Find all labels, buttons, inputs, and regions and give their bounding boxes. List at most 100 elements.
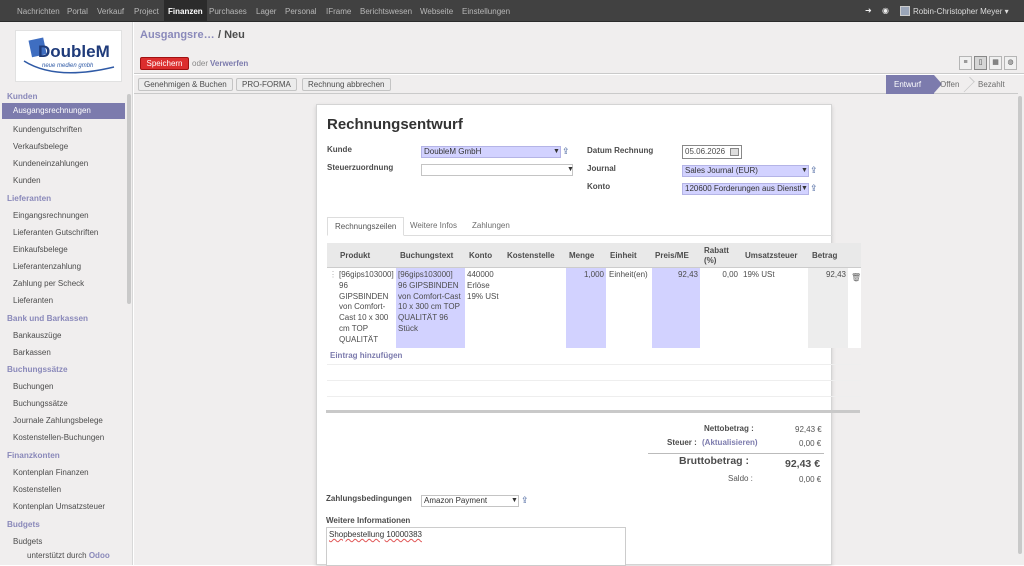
chevron-down-icon[interactable]: ▼ <box>567 166 574 173</box>
empty-row-divider <box>327 396 861 397</box>
form-view-icon[interactable]: ▯ <box>974 56 987 70</box>
menu-item-lieferanten[interactable]: Lieferanten <box>13 296 53 305</box>
sidebar: DoubleM neue medien gmbh Kunden Ausgangs… <box>0 22 133 565</box>
discard-button[interactable]: Verwerfen <box>210 59 248 68</box>
cell-konto[interactable]: 440000 Erlöse 19% USt <box>465 268 503 304</box>
topnav-verkauf[interactable]: Verkauf <box>97 0 124 22</box>
status-paid[interactable]: Bezahlt <box>978 75 1005 94</box>
column-header-rabatt[interactable]: Rabatt (%) <box>704 246 734 266</box>
customer-field[interactable]: DoubleM GmbH <box>421 146 561 158</box>
payment-terms-field[interactable]: Amazon Payment <box>421 495 519 507</box>
cell-menge[interactable]: 1,000 <box>566 268 606 348</box>
cell-buchungstext[interactable]: [96gips103000] 96 GIPSBINDEN von Comfort… <box>396 268 465 348</box>
column-header-einheit[interactable]: Einheit <box>610 251 637 261</box>
breadcrumb-parent[interactable]: Ausgangsre… <box>140 29 215 41</box>
menu-item-eingangsrechnungen[interactable]: Eingangsrechnungen <box>13 211 89 220</box>
external-link-icon[interactable]: ⇪ <box>562 146 570 157</box>
menu-item-kundeneinzahlungen[interactable]: Kundeneinzahlungen <box>13 159 88 168</box>
column-header-umsatzsteuer[interactable]: Umsatzsteuer <box>745 251 797 261</box>
menu-item-journale-zahlungsbelege[interactable]: Journale Zahlungsbelege <box>13 416 103 425</box>
topnav-project[interactable]: Project <box>134 0 159 22</box>
chevron-down-icon[interactable]: ▼ <box>801 185 808 192</box>
cancel-invoice-button[interactable]: Rechnung abbrechen <box>302 78 391 91</box>
list-view-icon[interactable]: ≡ <box>959 56 972 70</box>
topnav-finanzen[interactable]: Finanzen <box>164 0 207 22</box>
menu-item-bankauszuege[interactable]: Bankauszüge <box>13 331 61 340</box>
tab-other-info[interactable]: Weitere Infos <box>403 217 464 236</box>
menu-item-kundengutschriften[interactable]: Kundengutschriften <box>13 125 82 134</box>
menu-item-budgets[interactable]: Budgets <box>13 537 42 546</box>
tab-payments[interactable]: Zahlungen <box>465 217 517 236</box>
odoo-link[interactable]: Odoo <box>89 551 110 560</box>
menu-item-kontenplan-finanzen[interactable]: Kontenplan Finanzen <box>13 468 89 477</box>
account-field[interactable]: 120600 Forderungen aus Dienstl <box>682 183 809 195</box>
chevron-down-icon[interactable]: ▼ <box>801 167 808 174</box>
chevron-down-icon[interactable]: ▼ <box>553 148 560 155</box>
drag-handle-icon[interactable]: ⋮ <box>327 268 337 283</box>
external-link-icon[interactable]: ⇪ <box>810 183 818 194</box>
menu-item-buchungen[interactable]: Buchungen <box>13 382 53 391</box>
menu-item-buchungssaetze[interactable]: Buchungssätze <box>13 399 68 408</box>
column-header-konto[interactable]: Konto <box>469 251 492 261</box>
topnav-nachrichten[interactable]: Nachrichten <box>17 0 60 22</box>
net-amount-label: Nettobetrag : <box>704 424 754 433</box>
menu-item-verkaufsbelege[interactable]: Verkaufsbelege <box>13 142 68 151</box>
menu-item-kunden[interactable]: Kunden <box>13 176 41 185</box>
menu-item-barkassen[interactable]: Barkassen <box>13 348 51 357</box>
topnav-lager[interactable]: Lager <box>256 0 276 22</box>
topnav-personal[interactable]: Personal <box>285 0 317 22</box>
tab-invoice-lines[interactable]: Rechnungszeilen <box>327 217 405 236</box>
pro-forma-button[interactable]: PRO-FORMA <box>236 78 297 91</box>
calendar-view-icon[interactable]: ▦ <box>989 56 1002 70</box>
column-header-menge[interactable]: Menge <box>569 251 594 261</box>
menu-item-lieferanten-gutschriften[interactable]: Lieferanten Gutschriften <box>13 228 98 237</box>
menu-item-kontenplan-umsatzsteuer[interactable]: Kontenplan Umsatzsteuer <box>13 502 105 511</box>
approve-post-button[interactable]: Genehmigen & Buchen <box>138 78 233 91</box>
external-link-icon[interactable]: ⇪ <box>810 165 818 176</box>
cell-kostenstelle[interactable] <box>504 268 566 272</box>
chat-icon[interactable]: ◉ <box>882 7 890 15</box>
company-logo[interactable]: DoubleM neue medien gmbh <box>15 30 122 82</box>
topnav-purchases[interactable]: Purchases <box>209 0 247 22</box>
cell-umsatzsteuer[interactable]: 19% USt <box>741 268 807 283</box>
cell-einheit[interactable]: Einheit(en) <box>607 268 652 283</box>
trash-icon[interactable]: 🗑 <box>849 271 861 286</box>
menu-item-ausgangsrechnungen[interactable]: Ausgangsrechnungen <box>2 103 125 119</box>
save-button[interactable]: Speichern <box>140 57 189 70</box>
chevron-down-icon[interactable]: ▼ <box>511 497 518 504</box>
calendar-icon[interactable] <box>730 148 739 156</box>
menu-item-einkaufsbelege[interactable]: Einkaufsbelege <box>13 245 68 254</box>
status-draft[interactable]: Entwurf <box>886 75 934 94</box>
add-line-link[interactable]: Eintrag hinzufügen <box>330 351 402 360</box>
sidebar-scrollbar[interactable] <box>127 94 131 304</box>
update-tax-link[interactable]: (Aktualisieren) <box>702 438 758 447</box>
cell-rabatt[interactable]: 0,00 <box>700 268 740 283</box>
cell-preis[interactable]: 92,43 <box>652 268 700 348</box>
menu-item-zahlung-per-scheck[interactable]: Zahlung per Scheck <box>13 279 84 288</box>
journal-field[interactable]: Sales Journal (EUR) <box>682 165 809 177</box>
topnav-webseite[interactable]: Webseite <box>420 0 453 22</box>
column-header-buchungstext[interactable]: Buchungstext <box>400 251 453 261</box>
map-view-icon[interactable]: ◍ <box>1004 56 1017 70</box>
table-row[interactable]: ⋮ [96gips103000] 96 GIPSBINDEN von Comfo… <box>327 268 861 348</box>
page-scrollbar-thumb[interactable] <box>1018 96 1022 554</box>
user-menu[interactable]: Robin-Christopher Meyer ▾ <box>913 0 1009 22</box>
logout-icon[interactable]: ➜ <box>865 7 873 15</box>
topnav-einstellungen[interactable]: Einstellungen <box>462 0 510 22</box>
menu-item-lieferantenzahlung[interactable]: Lieferantenzahlung <box>13 262 81 271</box>
avatar[interactable] <box>900 6 910 16</box>
notes-textarea[interactable]: Shopbestellung 10000383 <box>326 527 626 566</box>
menu-item-kostenstellen-buchungen[interactable]: Kostenstellen-Buchungen <box>13 433 104 442</box>
topnav-portal[interactable]: Portal <box>67 0 88 22</box>
cell-produkt[interactable]: [96gips103000] 96 GIPSBINDEN von Comfort… <box>337 268 395 348</box>
column-header-kostenstelle[interactable]: Kostenstelle <box>507 251 555 261</box>
menu-item-kostenstellen[interactable]: Kostenstellen <box>13 485 61 494</box>
status-open[interactable]: Offen <box>940 75 959 94</box>
fiscal-position-field[interactable] <box>421 164 573 176</box>
column-header-produkt[interactable]: Produkt <box>340 251 370 261</box>
column-header-preis[interactable]: Preis/ME <box>655 251 689 261</box>
external-link-icon[interactable]: ⇪ <box>521 495 529 506</box>
topnav-iframe[interactable]: IFrame <box>326 0 351 22</box>
topnav-berichtswesen[interactable]: Berichtswesen <box>360 0 412 22</box>
column-header-betrag[interactable]: Betrag <box>812 251 837 261</box>
